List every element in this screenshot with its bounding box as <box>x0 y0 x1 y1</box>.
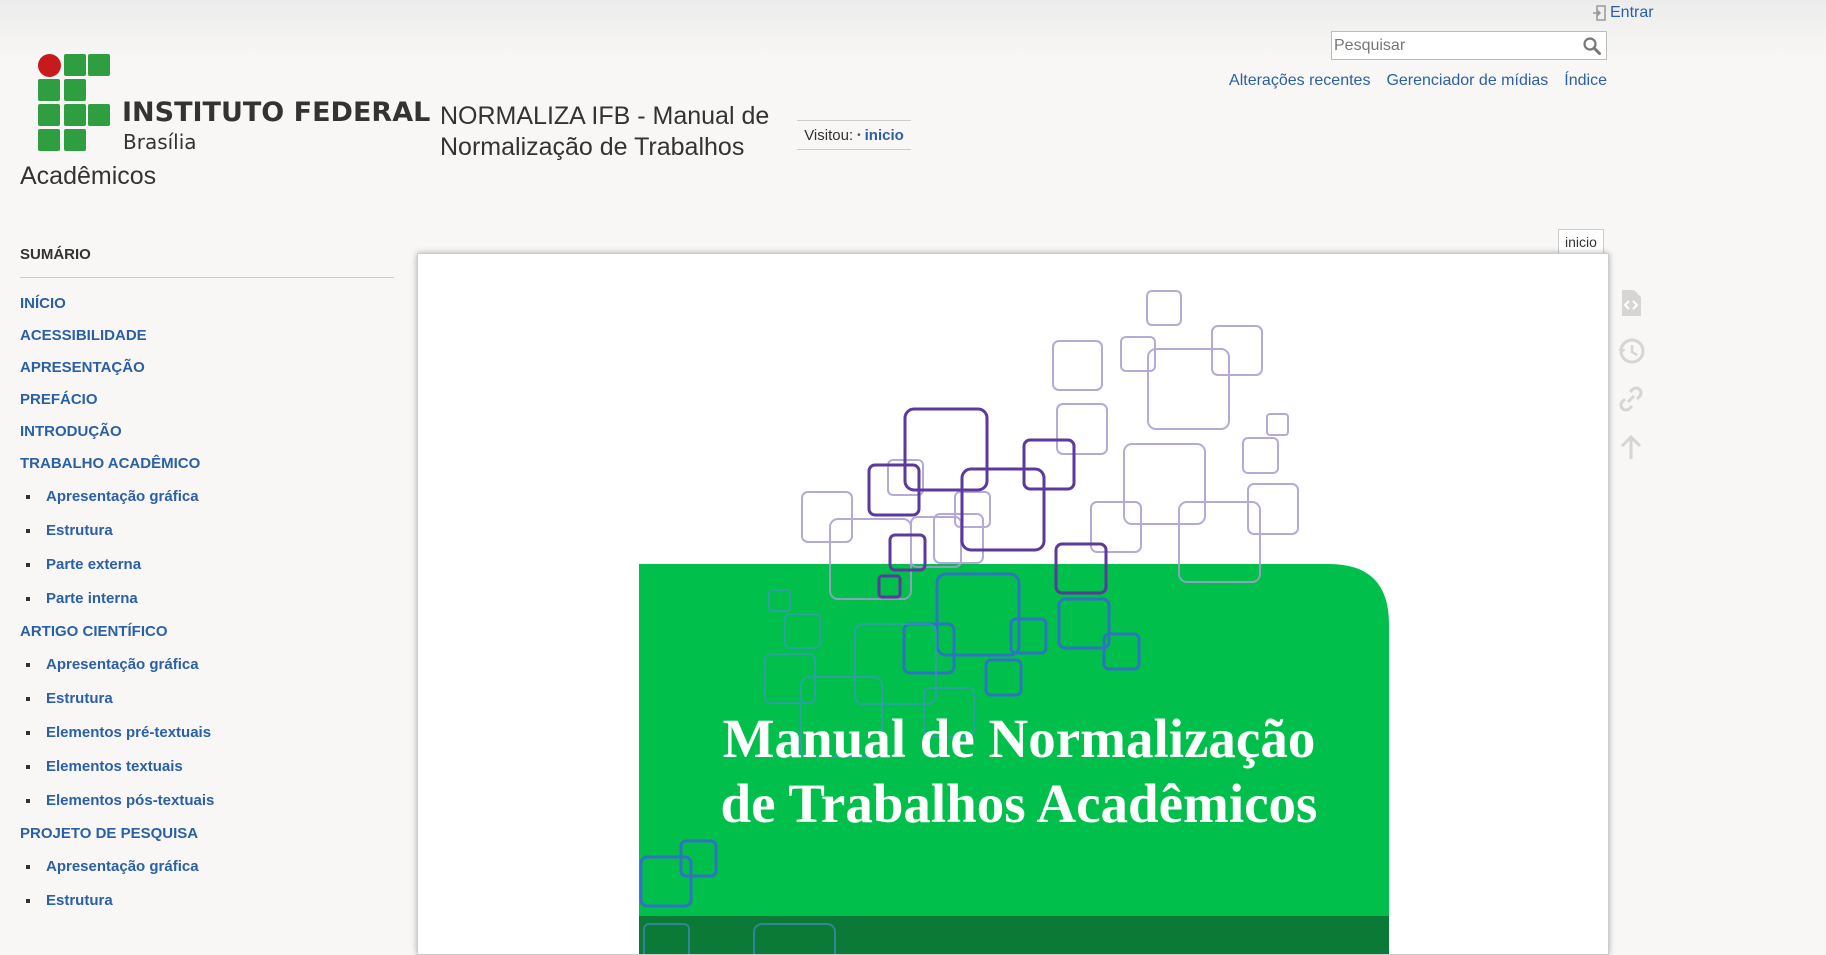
page-tools <box>1616 288 1646 480</box>
cover-image: Manual de Normalização de Trabalhos Acad… <box>639 290 1389 954</box>
sidebar-item-label[interactable]: PREFÁCIO <box>20 391 98 408</box>
login-icon <box>1592 5 1606 21</box>
logo-square <box>38 129 60 151</box>
logo-square <box>64 129 86 151</box>
page-content: Manual de Normalização de Trabalhos Acad… <box>417 253 1609 955</box>
sidebar-subitem[interactable]: Estrutura <box>20 884 394 918</box>
login-label: Entrar <box>1610 4 1654 21</box>
sidebar-item-label[interactable]: APRESENTAÇÃO <box>20 359 145 376</box>
sidebar-item-label[interactable]: Estrutura <box>46 690 113 707</box>
sidebar-item-artigo-cientifico[interactable]: ARTIGO CIENTÍFICO <box>20 616 394 648</box>
login-link[interactable]: Entrar <box>1592 4 1654 22</box>
sidebar-subitem[interactable]: Estrutura <box>20 514 394 548</box>
breadcrumb-label: Visitou: <box>804 126 854 144</box>
logo-square <box>88 54 110 76</box>
back-to-top-icon <box>1620 434 1642 459</box>
ifb-logo[interactable]: INSTITUTO FEDERAL Brasília <box>38 54 430 154</box>
sidebar-subitem[interactable]: Elementos pré-textuais <box>20 716 394 750</box>
breadcrumb: Visitou: • inicio <box>797 120 911 150</box>
sidebar-item-label[interactable]: Elementos textuais <box>46 758 183 775</box>
search-input[interactable] <box>1334 34 1574 57</box>
sidebar-item-label[interactable]: ACESSIBILIDADE <box>20 327 147 344</box>
sidebar-item-introducao[interactable]: INTRODUÇÃO <box>20 416 394 448</box>
cover-dark-band <box>639 916 1389 954</box>
logo-square <box>38 79 60 101</box>
show-source-button[interactable] <box>1616 288 1646 318</box>
sidebar-item-label[interactable]: ARTIGO CIENTÍFICO <box>20 623 168 640</box>
sidebar-subitem[interactable]: Estrutura <box>20 682 394 716</box>
index-link[interactable]: Índice <box>1564 72 1607 90</box>
sidebar-item-label[interactable]: Elementos pré-textuais <box>46 724 211 741</box>
sidebar-subitem[interactable]: Elementos textuais <box>20 750 394 784</box>
sidebar-title: SUMÁRIO <box>20 246 394 278</box>
sidebar-item-label[interactable]: Estrutura <box>46 522 113 539</box>
backlinks-button[interactable] <box>1616 384 1646 414</box>
media-manager-link[interactable]: Gerenciador de mídias <box>1386 72 1548 90</box>
cover-title-line2: de Trabalhos Acadêmicos <box>721 773 1318 834</box>
sidebar-item-label[interactable]: INÍCIO <box>20 295 66 312</box>
sidebar-list: INÍCIO ACESSIBILIDADE APRESENTAÇÃO PREFÁ… <box>20 288 394 918</box>
sidebar: SUMÁRIO INÍCIO ACESSIBILIDADE APRESENTAÇ… <box>20 246 394 918</box>
logo-text-institute: INSTITUTO FEDERAL <box>122 97 431 128</box>
sidebar-item-label[interactable]: Estrutura <box>46 892 113 909</box>
search-icon <box>1583 37 1601 55</box>
logo-text-campus: Brasília <box>123 130 197 154</box>
sidebar-item-inicio[interactable]: INÍCIO <box>20 288 394 320</box>
old-revisions-button[interactable] <box>1616 336 1646 366</box>
logo-square <box>64 54 86 76</box>
sidebar-item-label[interactable]: Parte externa <box>46 556 141 573</box>
sidebar-subitem[interactable]: Apresentação gráfica <box>20 850 394 884</box>
search-button[interactable] <box>1582 36 1602 56</box>
history-icon <box>1618 338 1645 364</box>
recent-changes-link[interactable]: Alterações recentes <box>1229 72 1370 90</box>
cover-title-line1: Manual de Normalização <box>723 708 1316 769</box>
back-to-top-button[interactable] <box>1616 432 1646 462</box>
sidebar-item-label[interactable]: Parte interna <box>46 590 138 607</box>
logo-square <box>64 104 86 126</box>
sidebar-subitem[interactable]: Parte externa <box>20 548 394 582</box>
source-icon <box>1622 290 1641 316</box>
sidebar-item-label[interactable]: INTRODUÇÃO <box>20 423 122 440</box>
logo-square <box>64 79 86 101</box>
sidebar-item-label[interactable]: Apresentação gráfica <box>46 858 199 875</box>
search-box <box>1331 31 1607 60</box>
sidebar-item-acessibilidade[interactable]: ACESSIBILIDADE <box>20 320 394 352</box>
logo-square <box>38 104 60 126</box>
site-title-continuation[interactable]: Acadêmicos <box>20 162 156 191</box>
sidebar-item-label[interactable]: Apresentação gráfica <box>46 656 199 673</box>
site-title[interactable]: NORMALIZA IFB - Manual de Normalização d… <box>440 101 820 163</box>
sidebar-item-projeto-de-pesquisa[interactable]: PROJETO DE PESQUISA <box>20 818 394 850</box>
sidebar-item-label[interactable]: PROJETO DE PESQUISA <box>20 825 198 842</box>
logo-square <box>88 104 110 126</box>
breadcrumb-link-inicio[interactable]: inicio <box>865 127 904 144</box>
sidebar-item-label[interactable]: Apresentação gráfica <box>46 488 199 505</box>
sidebar-subitem[interactable]: Apresentação gráfica <box>20 648 394 682</box>
page-id-tab: inicio <box>1558 229 1604 254</box>
link-icon <box>1619 386 1643 412</box>
sidebar-item-label[interactable]: Elementos pós-textuais <box>46 792 214 809</box>
sidebar-subitem[interactable]: Apresentação gráfica <box>20 480 394 514</box>
sidebar-item-prefacio[interactable]: PREFÁCIO <box>20 384 394 416</box>
breadcrumb-bullet: • <box>857 129 861 141</box>
sidebar-item-apresentacao[interactable]: APRESENTAÇÃO <box>20 352 394 384</box>
sidebar-item-trabalho-academico[interactable]: TRABALHO ACADÊMICO <box>20 448 394 480</box>
sidebar-item-label[interactable]: TRABALHO ACADÊMICO <box>20 455 200 472</box>
sidebar-subitem[interactable]: Elementos pós-textuais <box>20 784 394 818</box>
sidebar-subitem[interactable]: Parte interna <box>20 582 394 616</box>
site-tools: Alterações recentes Gerenciador de mídia… <box>1229 72 1607 90</box>
logo-red-dot <box>38 54 61 77</box>
